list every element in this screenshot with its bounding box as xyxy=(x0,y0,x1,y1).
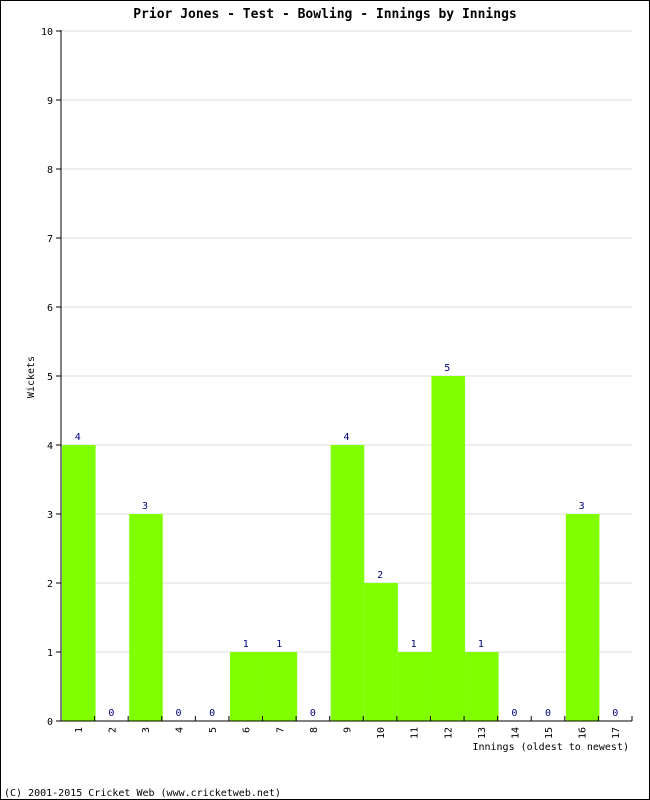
y-tick-label-3: 3 xyxy=(47,510,53,521)
data-label-innings-8: 0 xyxy=(310,708,316,719)
y-tick-label-0: 0 xyxy=(47,717,53,728)
y-tick-label-10: 10 xyxy=(41,27,53,38)
y-tick-label-6: 6 xyxy=(47,303,53,314)
data-label-innings-2: 0 xyxy=(108,708,114,719)
bar-innings-9 xyxy=(330,445,365,721)
chart-title: Prior Jones - Test - Bowling - Innings b… xyxy=(133,7,517,22)
x-tick-labels: 1 2 3 4 5 6 7 8 9 10 11 12 13 14 15 16 17 xyxy=(74,727,622,739)
x-tick-label-1: 1 xyxy=(74,727,85,733)
x-tick-label-8: 8 xyxy=(309,727,320,733)
data-label-innings-4: 0 xyxy=(176,708,182,719)
y-tick-label-8: 8 xyxy=(47,165,53,176)
bars xyxy=(62,376,600,721)
x-tick-label-12: 12 xyxy=(443,727,454,739)
bar-innings-1 xyxy=(62,445,96,721)
data-label-innings-5: 0 xyxy=(209,708,215,719)
data-label-innings-3: 3 xyxy=(142,501,148,512)
x-tick-label-2: 2 xyxy=(107,727,118,733)
bar-innings-13 xyxy=(465,652,499,721)
x-tick-label-7: 7 xyxy=(275,727,286,733)
data-label-innings-16: 3 xyxy=(579,501,585,512)
x-tick-label-11: 11 xyxy=(410,727,421,739)
bar-innings-10 xyxy=(364,583,398,721)
bar-innings-11 xyxy=(397,652,432,721)
bar-chart: Prior Jones - Test - Bowling - Innings b… xyxy=(4,7,633,799)
bar-innings-3 xyxy=(129,514,163,721)
bar-innings-6 xyxy=(229,652,264,721)
bar-innings-7 xyxy=(263,652,298,721)
x-tick-label-10: 10 xyxy=(376,727,387,739)
y-tick-label-9: 9 xyxy=(47,96,53,107)
bar-innings-12 xyxy=(431,376,466,721)
data-label-innings-9: 4 xyxy=(343,432,349,443)
data-label-innings-17: 0 xyxy=(612,708,618,719)
y-tick-label-7: 7 xyxy=(47,234,53,245)
x-tick-label-9: 9 xyxy=(343,727,354,733)
chart-frame: Prior Jones - Test - Bowling - Innings b… xyxy=(0,0,650,800)
data-label-innings-14: 0 xyxy=(511,708,517,719)
data-label-innings-12: 5 xyxy=(444,363,450,374)
y-axis-label: Wickets xyxy=(26,356,37,398)
copyright-footer: (C) 2001-2015 Cricket Web (www.cricketwe… xyxy=(4,788,281,799)
y-tick-label-1: 1 xyxy=(47,648,53,659)
x-tick-label-13: 13 xyxy=(477,727,488,739)
x-axis-label: Innings (oldest to newest) xyxy=(472,742,629,753)
x-tick-label-5: 5 xyxy=(208,727,219,733)
x-tick-label-17: 17 xyxy=(611,727,622,739)
data-label-innings-7: 1 xyxy=(276,639,282,650)
x-tick-label-14: 14 xyxy=(510,727,521,739)
y-tick-label-4: 4 xyxy=(47,441,53,452)
data-label-innings-15: 0 xyxy=(545,708,551,719)
data-label-innings-11: 1 xyxy=(411,639,417,650)
y-tick-label-2: 2 xyxy=(47,579,53,590)
x-tick-label-16: 16 xyxy=(578,727,589,739)
x-tick-label-4: 4 xyxy=(175,727,186,733)
bar-innings-16 xyxy=(565,514,600,721)
data-label-innings-6: 1 xyxy=(243,639,249,650)
x-tick-label-3: 3 xyxy=(141,727,152,733)
x-tick-label-6: 6 xyxy=(242,727,253,733)
x-tick-label-15: 15 xyxy=(544,727,555,739)
data-label-innings-10: 2 xyxy=(377,570,383,581)
y-tick-labels: 0 1 2 3 4 5 6 7 8 9 10 xyxy=(41,27,53,728)
y-tick-label-5: 5 xyxy=(47,372,53,383)
data-label-innings-13: 1 xyxy=(478,639,484,650)
data-label-innings-1: 4 xyxy=(75,432,81,443)
